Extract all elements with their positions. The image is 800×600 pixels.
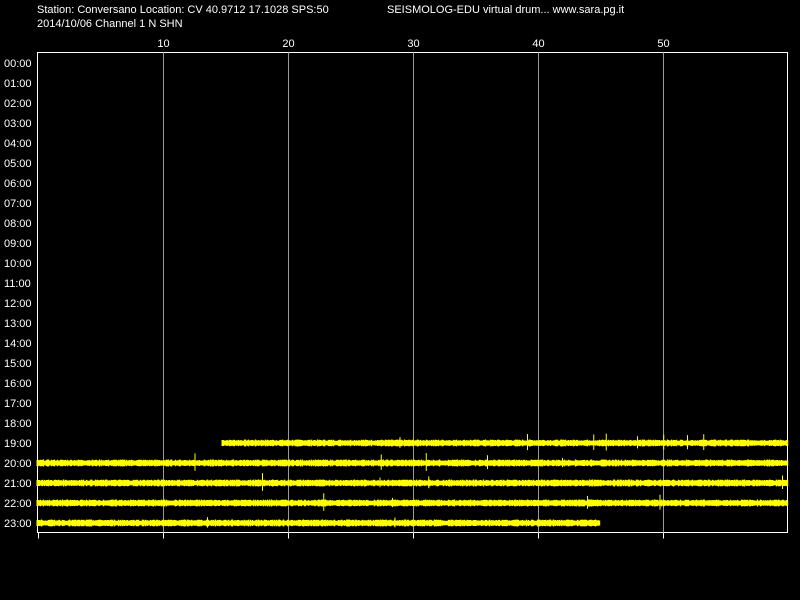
hour-label: 05:00 [4,158,32,170]
seismic-trace-2000 [36,459,789,467]
x-tick-label: 10 [157,38,169,50]
hour-label: 20:00 [4,458,32,470]
x-tick-label: 20 [282,38,294,50]
hour-label: 07:00 [4,198,32,210]
hour-label: 04:00 [4,138,32,150]
hour-label: 01:00 [4,78,32,90]
hour-label: 15:00 [4,358,32,370]
hour-label: 03:00 [4,118,32,130]
hour-label: 12:00 [4,298,32,310]
hour-label: 21:00 [4,478,32,490]
hour-label: 13:00 [4,318,32,330]
hour-label: 17:00 [4,398,32,410]
x-tick-label: 40 [532,38,544,50]
hour-label: 00:00 [4,58,32,70]
hour-label: 22:00 [4,498,32,510]
hour-label: 06:00 [4,178,32,190]
seismic-trace-2200 [36,499,789,507]
x-tick-label: 30 [407,38,419,50]
x-tick-label: 50 [657,38,669,50]
hour-label: 11:00 [4,278,31,290]
hour-label: 09:00 [4,238,32,250]
hour-label: 10:00 [4,258,32,270]
hour-label: 16:00 [4,378,32,390]
seismic-trace-2300 [36,519,601,527]
hour-label: 19:00 [4,438,32,450]
hour-label: 14:00 [4,338,32,350]
hour-label: 02:00 [4,98,32,110]
hour-label: 08:00 [4,218,32,230]
hour-label: 18:00 [4,418,32,430]
seismogram-chart: 10 20 30 40 50 00:00 01:00 02:00 03:00 04:00 05:00… [4,38,789,539]
hour-label: 23:00 [4,518,32,530]
seismic-trace-1900 [221,439,789,447]
